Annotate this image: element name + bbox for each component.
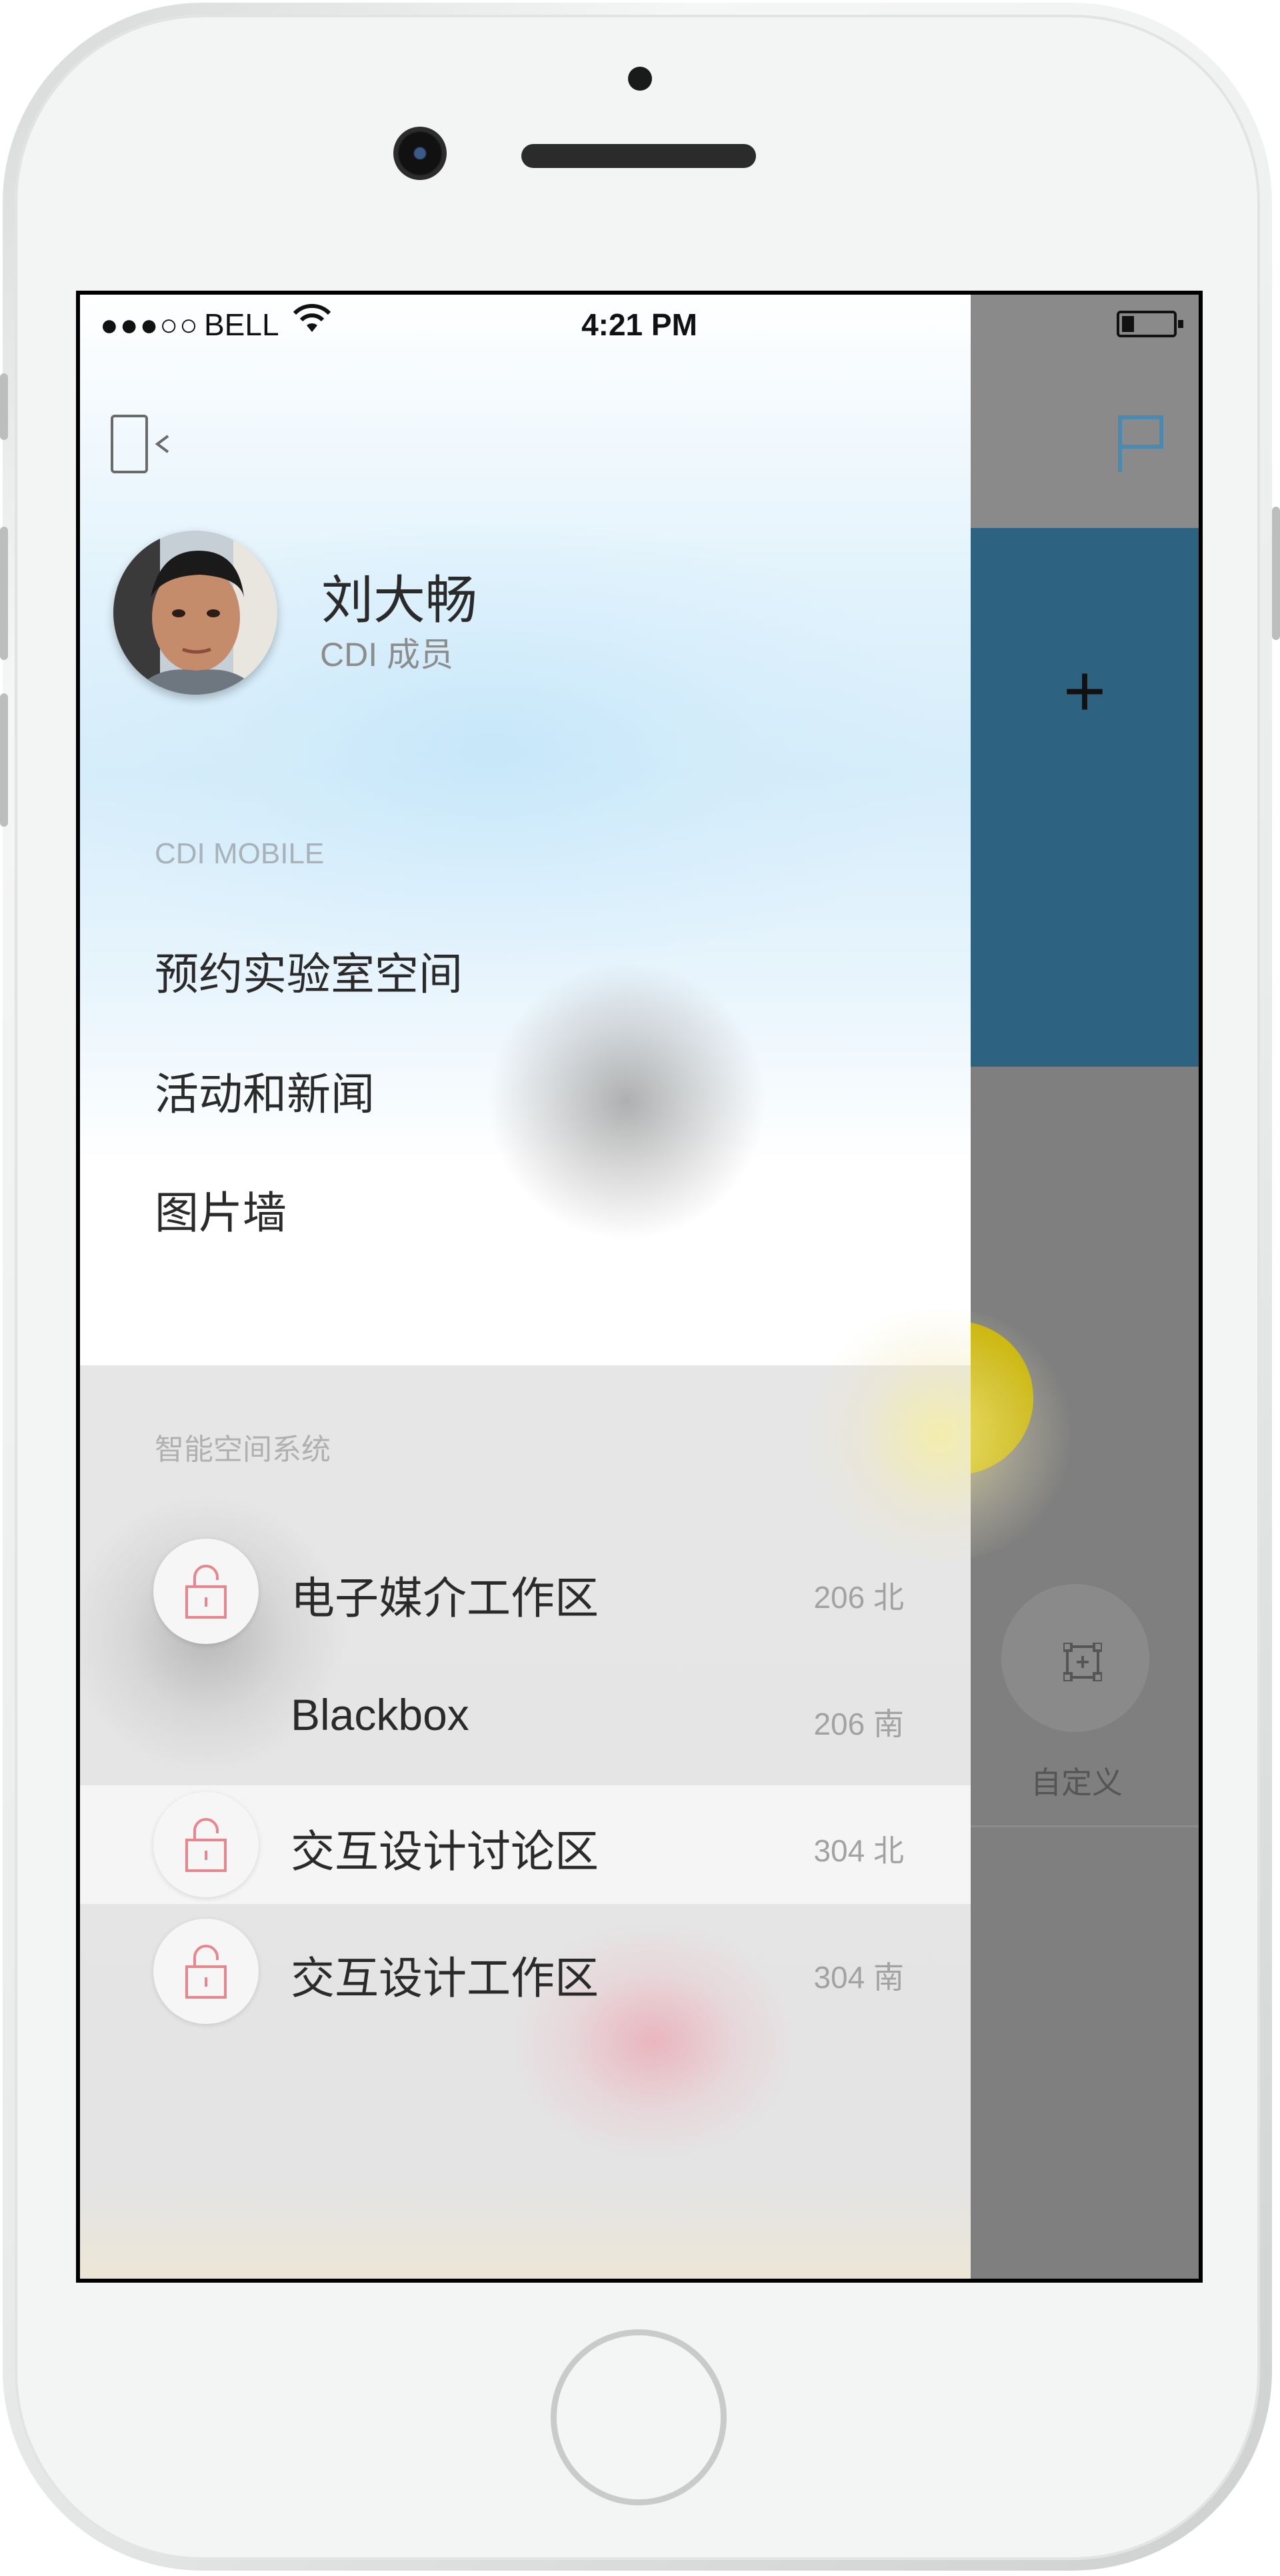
room-location: 206 北 <box>813 1580 904 1615</box>
bg-blur <box>487 961 767 1241</box>
room-location: 304 北 <box>813 1833 904 1868</box>
menu-item-photo-wall[interactable]: 图片墙 <box>155 1177 287 1241</box>
room-row[interactable]: Blackbox 206 南 <box>80 1659 971 1777</box>
room-name: 交互设计工作区 <box>291 1953 599 2003</box>
unlock-button[interactable] <box>153 1919 259 2024</box>
battery-icon <box>1117 311 1183 337</box>
custom-label: 自定义 <box>1031 1765 1123 1800</box>
room-name: 交互设计讨论区 <box>291 1827 599 1876</box>
phone-frame: + 自定义 ●●●○○ BELL 4:21 PM 刘大畅 CDI 成员 CDI … <box>0 0 1280 2576</box>
unlock-icon <box>185 1565 227 1619</box>
avatar[interactable] <box>113 531 277 695</box>
room-name: 电子媒介工作区 <box>291 1573 599 1623</box>
unlock-icon <box>185 1945 227 1999</box>
bg-blur <box>800 1308 1080 1561</box>
unlock-button[interactable] <box>153 1539 259 1644</box>
volume-button <box>0 693 8 827</box>
user-role: CDI 成员 <box>320 636 453 673</box>
unlock-icon <box>185 1818 227 1872</box>
status-bar: ●●●○○ BELL 4:21 PM <box>80 295 1199 348</box>
mute-switch <box>0 373 8 440</box>
user-name: 刘大畅 <box>321 571 478 629</box>
room-row[interactable]: 交互设计讨论区 304 北 <box>80 1785 971 1904</box>
screen-content: + 自定义 ●●●○○ BELL 4:21 PM 刘大畅 CDI 成员 CDI … <box>80 295 1199 2279</box>
room-row[interactable]: 电子媒介工作区 206 北 <box>80 1532 971 1651</box>
menu-item-events-news[interactable]: 活动和新闻 <box>155 1059 375 1123</box>
divider <box>971 1825 1199 1827</box>
flag-icon[interactable] <box>1115 413 1168 473</box>
clock: 4:21 PM <box>581 307 697 342</box>
custom-frame-icon <box>1063 1643 1102 1681</box>
room-location: 206 南 <box>813 1707 904 1741</box>
screen: + 自定义 ●●●○○ BELL 4:21 PM 刘大畅 CDI 成员 CDI … <box>76 291 1203 2283</box>
home-button[interactable] <box>551 2329 727 2505</box>
room-row[interactable]: 交互设计工作区 304 南 <box>80 1912 971 2031</box>
power-button <box>1272 507 1280 640</box>
side-drawer: 刘大畅 CDI 成员 CDI MOBILE 预约实验室空间 活动和新闻 图片墙 … <box>80 295 1080 2279</box>
proximity-sensor <box>628 67 652 91</box>
room-location: 304 南 <box>813 1960 904 1995</box>
front-camera <box>393 127 447 180</box>
volume-button <box>0 527 8 660</box>
add-icon[interactable]: + <box>971 655 1199 728</box>
room-name: Blackbox <box>291 1690 469 1739</box>
earpiece-speaker <box>521 144 756 168</box>
background-card[interactable] <box>971 528 1199 1067</box>
menu-item-book-lab[interactable]: 预约实验室空间 <box>155 939 463 1003</box>
unlock-button[interactable] <box>153 1792 259 1897</box>
smart-space-label: 智能空间系统 <box>155 1433 331 1466</box>
close-drawer-icon[interactable] <box>109 411 176 477</box>
section-label: CDI MOBILE <box>155 837 325 870</box>
